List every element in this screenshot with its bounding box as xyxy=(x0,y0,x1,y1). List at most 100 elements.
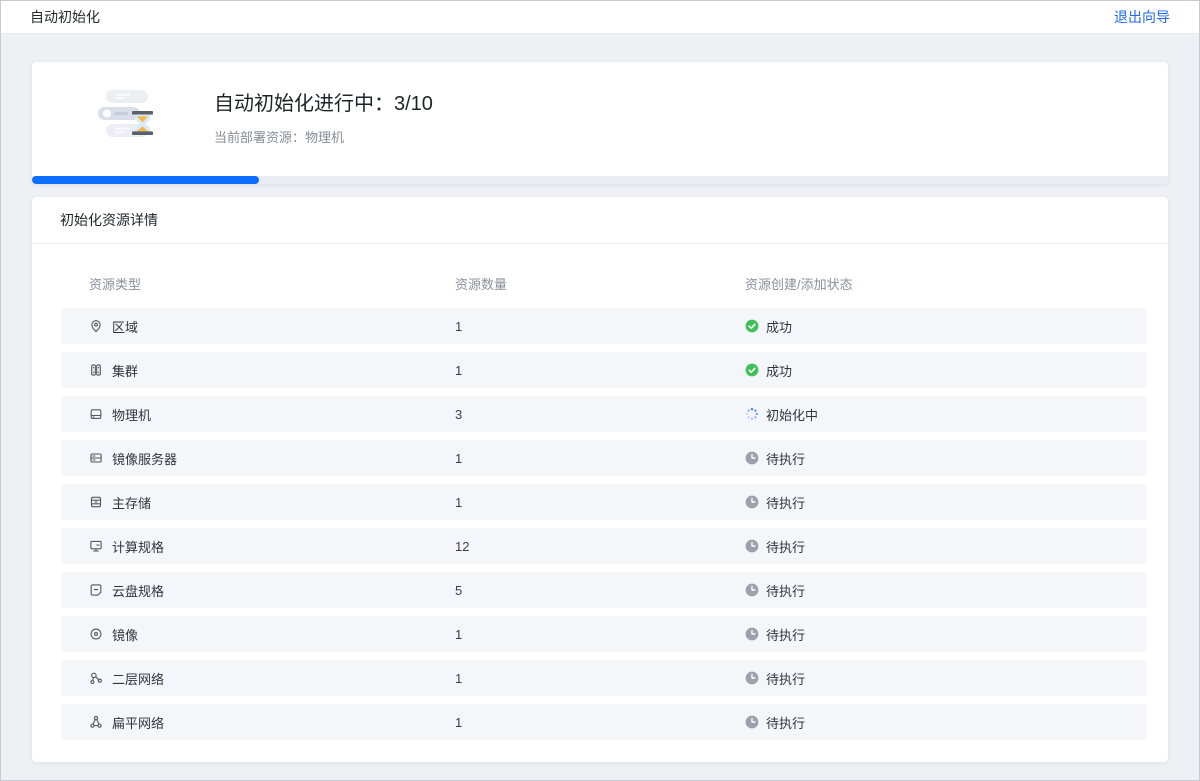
flat-network-icon xyxy=(89,715,103,729)
table-row: 二层网络 1 待执行 xyxy=(61,660,1147,696)
resource-type-cell: 主存储 xyxy=(89,493,455,512)
compute-offering-icon xyxy=(89,539,103,553)
resource-status-label: 待执行 xyxy=(766,449,805,468)
resource-status-cell: 待执行 xyxy=(745,713,1131,732)
progress-title: 自动初始化进行中：3/10 xyxy=(214,91,433,117)
resource-status-cell: 成功 xyxy=(745,361,1131,380)
pending-clock-icon xyxy=(745,627,759,641)
pending-clock-icon xyxy=(745,451,759,465)
progress-bar-track xyxy=(32,176,1168,184)
cluster-icon xyxy=(89,363,103,377)
resource-type-label: 镜像服务器 xyxy=(112,449,177,468)
success-icon xyxy=(745,363,759,377)
resource-status-label: 成功 xyxy=(766,317,792,336)
resource-type-label: 二层网络 xyxy=(112,669,164,688)
table-row: 物理机 3 初始化中 xyxy=(61,396,1147,432)
table-row: 集群 1 成功 xyxy=(61,352,1147,388)
pending-clock-icon xyxy=(745,583,759,597)
resource-type-cell: 云盘规格 xyxy=(89,581,455,600)
resource-type-cell: 集群 xyxy=(89,361,455,380)
resource-status-cell: 待执行 xyxy=(745,493,1131,512)
column-header-resource-count: 资源数量 xyxy=(455,274,745,293)
resource-type-cell: 区域 xyxy=(89,317,455,336)
success-icon xyxy=(745,319,759,333)
resource-type-label: 镜像 xyxy=(112,625,138,644)
resource-status-label: 待执行 xyxy=(766,669,805,688)
resource-count-value: 5 xyxy=(455,583,745,598)
resource-count-value: 3 xyxy=(455,407,745,422)
resource-status-label: 待执行 xyxy=(766,493,805,512)
details-card: 初始化资源详情 资源类型 资源数量 资源创建/添加状态 区域 1 成功 集群 1… xyxy=(32,197,1168,762)
primary-storage-icon xyxy=(89,495,103,509)
table-row: 主存储 1 待执行 xyxy=(61,484,1147,520)
resource-status-label: 待执行 xyxy=(766,713,805,732)
progress-subtitle: 当前部署资源：物理机 xyxy=(214,127,433,146)
resource-status-label: 待执行 xyxy=(766,581,805,600)
page-title: 自动初始化 xyxy=(30,7,100,27)
resource-type-label: 主存储 xyxy=(112,493,151,512)
resource-status-cell: 待执行 xyxy=(745,537,1131,556)
progress-card-text: 自动初始化进行中：3/10 当前部署资源：物理机 xyxy=(214,91,433,146)
resource-type-label: 区域 xyxy=(112,317,138,336)
pending-clock-icon xyxy=(745,539,759,553)
resource-status-cell: 初始化中 xyxy=(745,405,1131,424)
l2-network-icon xyxy=(89,671,103,685)
resource-count-value: 1 xyxy=(455,319,745,334)
server-stack-hourglass-icon xyxy=(94,88,158,148)
resource-type-label: 集群 xyxy=(112,361,138,380)
resource-count-value: 1 xyxy=(455,715,745,730)
resource-type-label: 计算规格 xyxy=(112,537,164,556)
exit-wizard-link[interactable]: 退出向导 xyxy=(1114,7,1170,27)
resource-status-cell: 待执行 xyxy=(745,625,1131,644)
resource-status-cell: 待执行 xyxy=(745,581,1131,600)
resource-status-cell: 待执行 xyxy=(745,449,1131,468)
pending-clock-icon xyxy=(745,495,759,509)
details-card-header: 初始化资源详情 xyxy=(32,197,1168,244)
resource-type-label: 扁平网络 xyxy=(112,713,164,732)
resource-count-value: 1 xyxy=(455,627,745,642)
region-icon xyxy=(89,319,103,333)
running-spinner-icon xyxy=(745,407,759,421)
resource-status-label: 待执行 xyxy=(766,537,805,556)
resource-status-label: 待执行 xyxy=(766,625,805,644)
image-icon xyxy=(89,627,103,641)
resource-status-label: 成功 xyxy=(766,361,792,380)
resource-type-cell: 扁平网络 xyxy=(89,713,455,732)
table-row: 镜像 1 待执行 xyxy=(61,616,1147,652)
table-header-row: 资源类型 资源数量 资源创建/添加状态 xyxy=(61,274,1147,293)
progress-bar-fill xyxy=(32,176,259,184)
resource-count-value: 1 xyxy=(455,495,745,510)
table-row: 计算规格 12 待执行 xyxy=(61,528,1147,564)
host-icon xyxy=(89,407,103,421)
details-title: 初始化资源详情 xyxy=(60,210,158,230)
resource-type-cell: 镜像 xyxy=(89,625,455,644)
pending-clock-icon xyxy=(745,671,759,685)
resource-type-label: 云盘规格 xyxy=(112,581,164,600)
resource-table-body: 区域 1 成功 集群 1 成功 物理机 3 初始化中 镜像 xyxy=(61,308,1147,740)
column-header-resource-type: 资源类型 xyxy=(89,274,455,293)
resource-status-cell: 成功 xyxy=(745,317,1131,336)
table-row: 扁平网络 1 待执行 xyxy=(61,704,1147,740)
progress-card-body: 自动初始化进行中：3/10 当前部署资源：物理机 xyxy=(32,62,1168,176)
progress-card: 自动初始化进行中：3/10 当前部署资源：物理机 xyxy=(32,62,1168,184)
column-header-resource-status: 资源创建/添加状态 xyxy=(745,274,1131,293)
resource-status-label: 初始化中 xyxy=(766,405,818,424)
resource-type-label: 物理机 xyxy=(112,405,151,424)
resource-table: 资源类型 资源数量 资源创建/添加状态 区域 1 成功 集群 1 成功 物理机 xyxy=(32,244,1168,762)
pending-clock-icon xyxy=(745,715,759,729)
resource-type-cell: 镜像服务器 xyxy=(89,449,455,468)
resource-status-cell: 待执行 xyxy=(745,669,1131,688)
resource-count-value: 1 xyxy=(455,671,745,686)
table-row: 镜像服务器 1 待执行 xyxy=(61,440,1147,476)
resource-type-cell: 计算规格 xyxy=(89,537,455,556)
resource-count-value: 12 xyxy=(455,539,745,554)
topbar: 自动初始化 退出向导 xyxy=(0,0,1200,34)
resource-count-value: 1 xyxy=(455,363,745,378)
disk-offering-icon xyxy=(89,583,103,597)
resource-type-cell: 二层网络 xyxy=(89,669,455,688)
resource-count-value: 1 xyxy=(455,451,745,466)
image-server-icon xyxy=(89,451,103,465)
table-row: 云盘规格 5 待执行 xyxy=(61,572,1147,608)
table-row: 区域 1 成功 xyxy=(61,308,1147,344)
resource-type-cell: 物理机 xyxy=(89,405,455,424)
